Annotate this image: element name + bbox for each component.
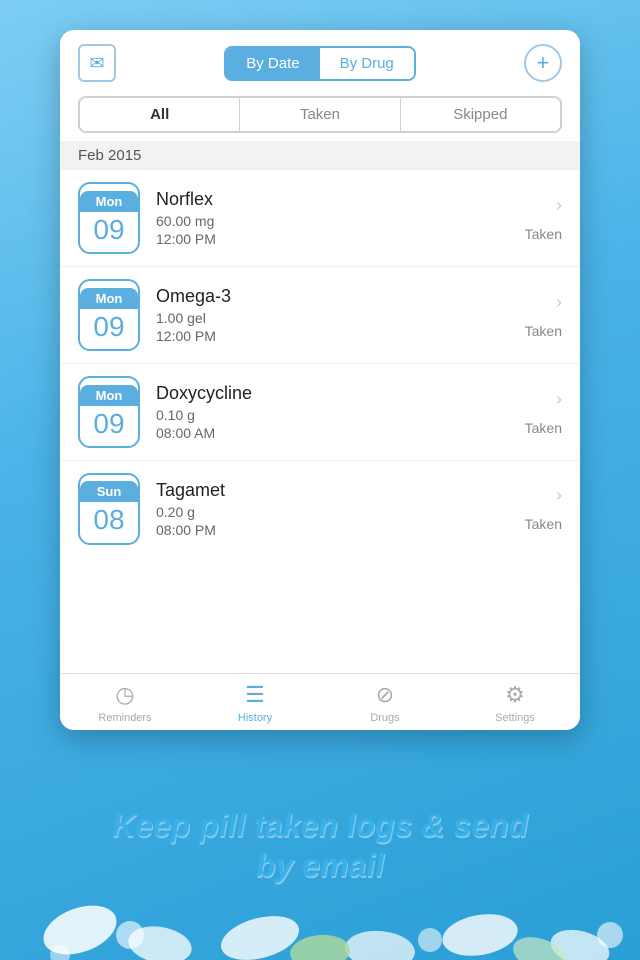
med-info: Norflex 60.00 mg 12:00 PM: [156, 189, 525, 247]
med-time: 12:00 PM: [156, 231, 525, 247]
tab-bar: ◷ Reminders ☰ History ⊘ Drugs ⚙ Settings: [60, 673, 580, 730]
med-dose: 0.10 g: [156, 407, 525, 423]
filter-skipped[interactable]: Skipped: [400, 98, 560, 131]
tab-reminders-label: Reminders: [98, 712, 151, 724]
drugs-icon: ⊘: [376, 682, 394, 708]
status-badge: Taken: [525, 226, 562, 242]
by-drug-button[interactable]: By Drug: [320, 48, 414, 79]
med-dose: 1.00 gel: [156, 310, 525, 326]
date-badge: Mon 09: [78, 376, 140, 448]
med-info: Tagamet 0.20 g 08:00 PM: [156, 480, 525, 538]
day-num: 09: [93, 410, 124, 438]
segment-control: By Date By Drug: [224, 46, 416, 81]
table-row[interactable]: Sun 08 Tagamet 0.20 g 08:00 PM › Taken: [60, 461, 580, 556]
table-row[interactable]: Mon 09 Norflex 60.00 mg 12:00 PM › Taken: [60, 170, 580, 267]
tab-drugs[interactable]: ⊘ Drugs: [320, 682, 450, 724]
day-name: Sun: [80, 481, 138, 502]
table-row[interactable]: Mon 09 Omega-3 1.00 gel 12:00 PM › Taken: [60, 267, 580, 364]
day-num: 09: [93, 216, 124, 244]
day-name: Mon: [80, 288, 138, 309]
tab-history[interactable]: ☰ History: [190, 682, 320, 724]
filter-taken[interactable]: Taken: [239, 98, 399, 131]
day-num: 08: [93, 506, 124, 534]
tab-drugs-label: Drugs: [370, 712, 399, 724]
table-row[interactable]: Mon 09 Doxycycline 0.10 g 08:00 AM › Tak…: [60, 364, 580, 461]
med-name: Norflex: [156, 189, 525, 210]
filter-tabs: All Taken Skipped: [78, 96, 562, 133]
medication-list: Mon 09 Norflex 60.00 mg 12:00 PM › Taken…: [60, 170, 580, 673]
day-name: Mon: [80, 191, 138, 212]
med-right: › Taken: [525, 195, 562, 242]
med-info: Omega-3 1.00 gel 12:00 PM: [156, 286, 525, 344]
promo-text: Keep pill taken logs & send by email: [92, 805, 548, 885]
header: ✉ By Date By Drug +: [60, 30, 580, 92]
tab-history-label: History: [238, 712, 272, 724]
med-time: 08:00 AM: [156, 425, 525, 441]
med-dose: 60.00 mg: [156, 213, 525, 229]
status-badge: Taken: [525, 516, 562, 532]
day-num: 09: [93, 313, 124, 341]
month-header: Feb 2015: [60, 141, 580, 170]
med-info: Doxycycline 0.10 g 08:00 AM: [156, 383, 525, 441]
tab-settings-label: Settings: [495, 712, 535, 724]
med-name: Tagamet: [156, 480, 525, 501]
med-name: Doxycycline: [156, 383, 525, 404]
med-right: › Taken: [525, 389, 562, 436]
med-time: 12:00 PM: [156, 328, 525, 344]
status-badge: Taken: [525, 420, 562, 436]
tab-settings[interactable]: ⚙ Settings: [450, 682, 580, 724]
date-badge: Sun 08: [78, 473, 140, 545]
chevron-right-icon: ›: [556, 292, 562, 313]
tab-reminders[interactable]: ◷ Reminders: [60, 682, 190, 724]
med-right: › Taken: [525, 292, 562, 339]
med-dose: 0.20 g: [156, 504, 525, 520]
list-icon: ☰: [245, 682, 265, 708]
mail-icon[interactable]: ✉: [78, 44, 116, 82]
gear-icon: ⚙: [505, 682, 525, 708]
filter-all[interactable]: All: [80, 98, 239, 131]
med-right: › Taken: [525, 485, 562, 532]
day-name: Mon: [80, 385, 138, 406]
by-date-button[interactable]: By Date: [226, 48, 319, 79]
chevron-right-icon: ›: [556, 389, 562, 410]
date-badge: Mon 09: [78, 182, 140, 254]
promo-section: Keep pill taken logs & send by email: [0, 730, 640, 960]
med-time: 08:00 PM: [156, 522, 525, 538]
clock-icon: ◷: [115, 682, 134, 708]
chevron-right-icon: ›: [556, 195, 562, 216]
date-badge: Mon 09: [78, 279, 140, 351]
add-button[interactable]: +: [524, 44, 562, 82]
phone-card: ✉ By Date By Drug + All Taken Skipped Fe…: [60, 30, 580, 730]
status-badge: Taken: [525, 323, 562, 339]
chevron-right-icon: ›: [556, 485, 562, 506]
med-name: Omega-3: [156, 286, 525, 307]
